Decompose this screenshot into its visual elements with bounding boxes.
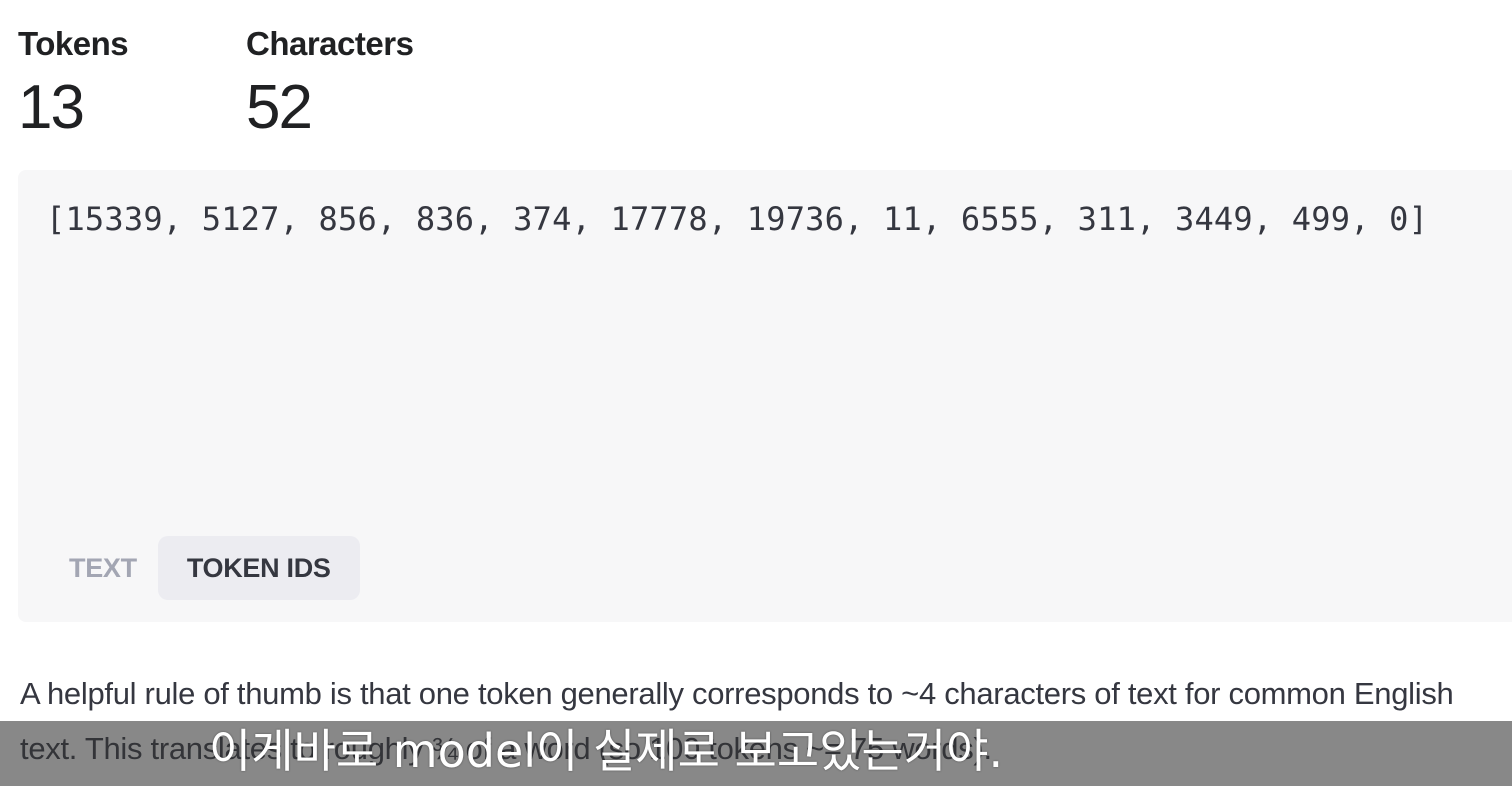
tokens-label: Tokens (18, 25, 129, 62)
tokens-count: 13 (18, 73, 85, 142)
token-ids-output[interactable]: [15339, 5127, 856, 836, 374, 17778, 1973… (46, 200, 1428, 238)
characters-label: Characters (246, 25, 414, 62)
characters-stat: Characters 52 (246, 22, 414, 148)
tab-token-ids[interactable]: TOKEN IDS (157, 536, 360, 600)
tokenizer-output-panel: [15339, 5127, 856, 836, 374, 17778, 1973… (18, 170, 1512, 622)
characters-count: 52 (246, 73, 313, 142)
tokens-stat: Tokens 13 (18, 22, 246, 148)
output-view-tabs: TEXT TOKEN IDS (48, 536, 360, 600)
video-subtitle: 이게바로 model이 실제로 보고있는거야. (208, 724, 1004, 778)
stats-row: Tokens 13 Characters 52 (18, 22, 414, 148)
tab-text[interactable]: TEXT (48, 536, 158, 600)
